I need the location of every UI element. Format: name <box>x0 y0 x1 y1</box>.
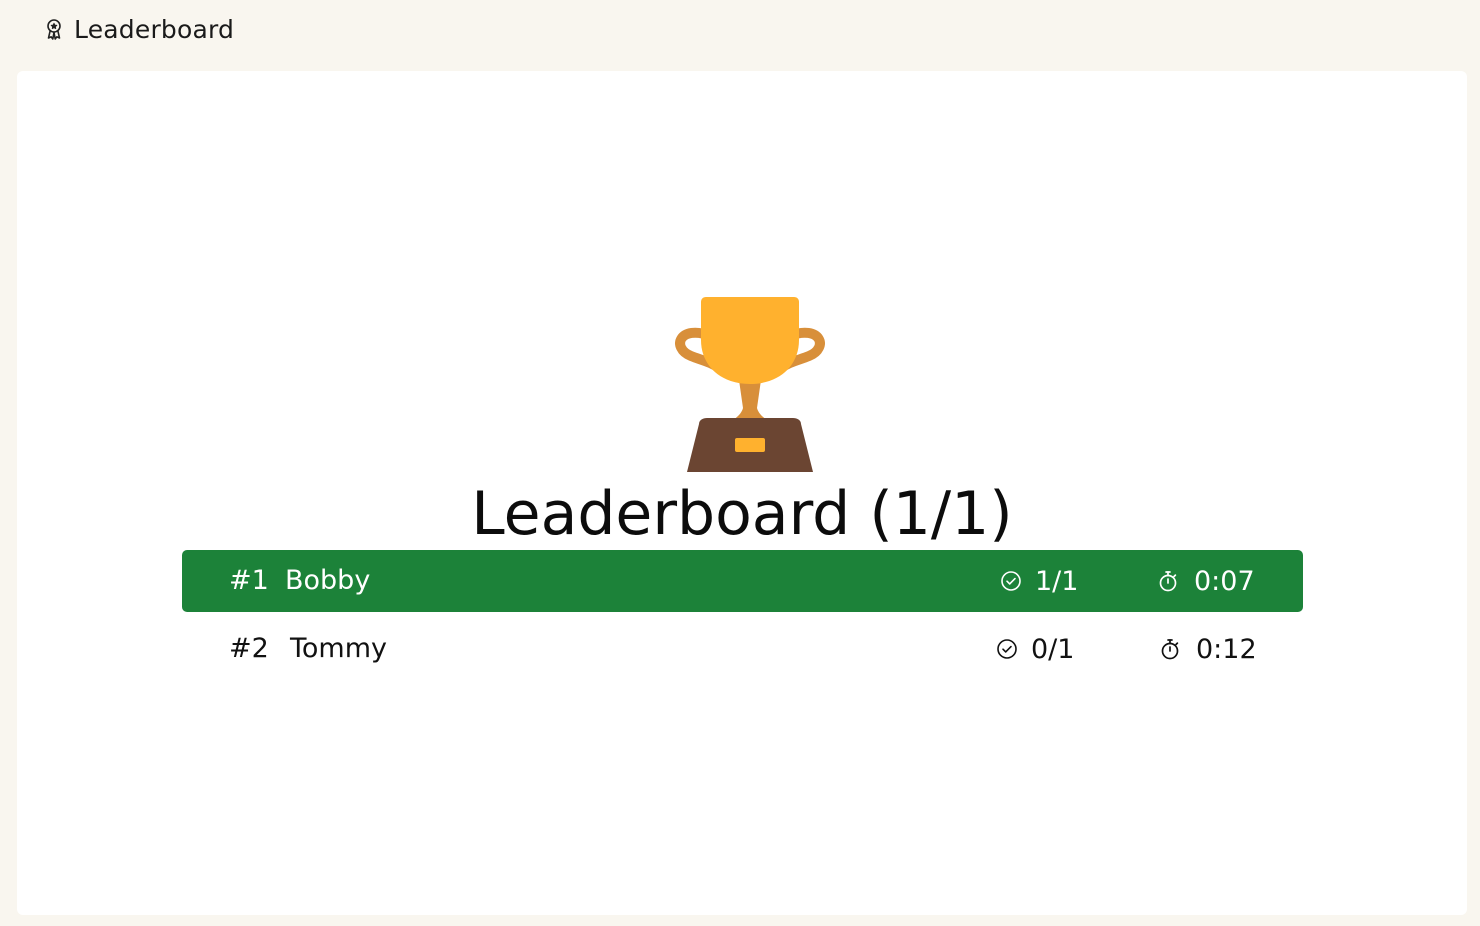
award-ribbon-icon <box>47 19 61 40</box>
score-value: 1/1 <box>1035 565 1079 597</box>
check-circle-icon <box>1001 571 1021 591</box>
app-header: Leaderboard <box>42 12 234 46</box>
score-cell: 0/1 <box>995 618 1074 680</box>
leaderboard-panel: Leaderboard (1/1) #1 Bobby 1/1 0:07 #2 T… <box>17 71 1467 915</box>
leaderboard-row: #1 Bobby 1/1 0:07 <box>182 550 1303 612</box>
score-cell: 1/1 <box>999 550 1078 612</box>
time-value: 0:07 <box>1194 565 1255 597</box>
time-cell: 0:12 <box>1158 618 1257 680</box>
player-name: Tommy <box>290 633 388 664</box>
stopwatch-icon <box>1159 571 1177 592</box>
score-value: 0/1 <box>1031 633 1075 665</box>
leaderboard-title: Leaderboard (1/1) <box>471 479 1013 549</box>
check-circle-icon <box>997 639 1017 659</box>
rank-label: #1 <box>229 565 269 596</box>
trophy-icon <box>675 297 825 472</box>
leaderboard-row: #2 Tommy 0/1 0:12 <box>182 618 1303 680</box>
time-cell: 0:07 <box>1156 550 1255 612</box>
stopwatch-icon <box>1161 639 1179 660</box>
player-name: Bobby <box>285 565 371 596</box>
header-title: Leaderboard <box>74 14 235 44</box>
rank-label: #2 <box>229 633 269 664</box>
time-value: 0:12 <box>1196 633 1257 665</box>
